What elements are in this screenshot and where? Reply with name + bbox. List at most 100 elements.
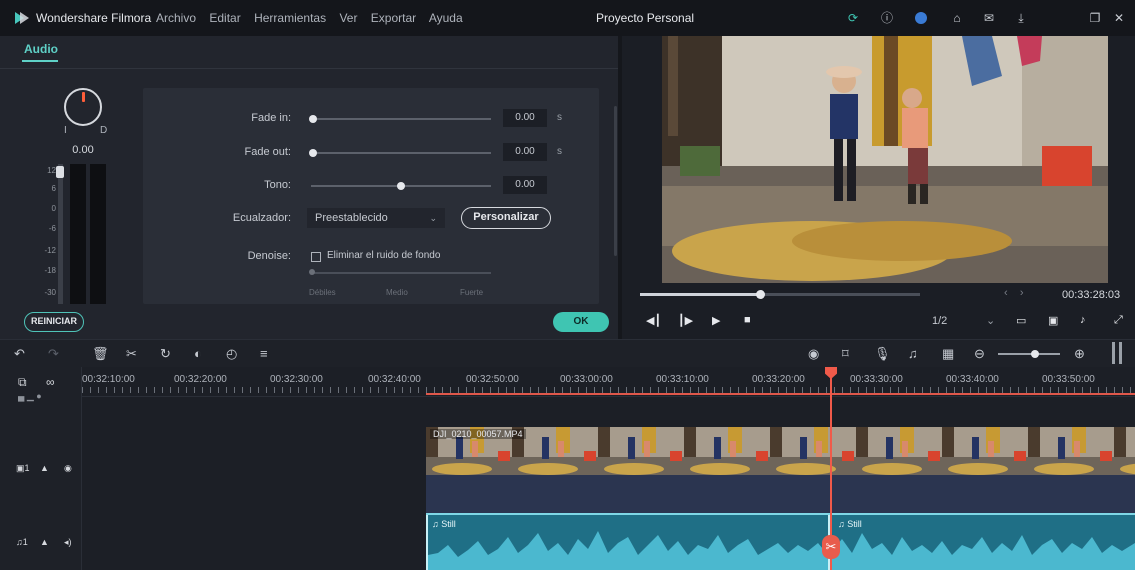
quality-chevron-down-icon[interactable]: ⌄ xyxy=(986,314,995,327)
info-icon[interactable]: ⓘ xyxy=(878,9,896,27)
ruler-tick-label: 00:32:50:00 xyxy=(466,374,519,385)
fade-out-slider[interactable] xyxy=(311,152,491,154)
download-icon[interactable]: ⤓ xyxy=(1012,9,1030,27)
split-scissors-icon[interactable]: ✂ xyxy=(822,535,840,559)
fade-out-knob[interactable] xyxy=(309,149,317,157)
step-back-icon[interactable]: ◀┃ xyxy=(646,314,661,327)
store-icon[interactable]: ⌂ xyxy=(948,9,966,27)
dial-left-label: I xyxy=(64,125,67,136)
split-screen-icon[interactable]: ▦ xyxy=(942,346,954,362)
settings-scrollbar[interactable] xyxy=(614,106,617,256)
color-icon[interactable]: ◐ xyxy=(194,346,202,361)
denoise-strength-slider xyxy=(311,272,491,274)
panel-divider xyxy=(0,68,618,69)
video-clip[interactable]: DJI_0210_00057.MP4 xyxy=(426,427,1135,475)
menu-herramientas[interactable]: Herramientas xyxy=(254,11,326,25)
menu-editar[interactable]: Editar xyxy=(209,11,240,25)
volume-icon[interactable]: ♪ xyxy=(1080,314,1086,326)
strength-mid-label: Medio xyxy=(386,288,408,297)
cut-icon[interactable]: ✂ xyxy=(126,346,137,362)
meter-right-channel xyxy=(90,164,106,304)
timeline: ⧉ ∞ ▄ ▁ ● ▣1 ▲ ◉ ♫1 ▲ ◂) 00:32:10:00 00:… xyxy=(0,367,1135,570)
delete-icon[interactable]: 🗑 xyxy=(92,346,109,362)
add-track-icon[interactable]: ⧉ xyxy=(18,375,27,390)
restore-window-icon[interactable]: ❐ xyxy=(1086,9,1104,27)
tab-audio[interactable]: Audio xyxy=(24,42,58,56)
undo-icon[interactable]: ↶ xyxy=(14,346,25,362)
account-icon[interactable] xyxy=(912,9,930,27)
volume-slider-track[interactable] xyxy=(58,164,63,304)
menu-ayuda[interactable]: Ayuda xyxy=(429,11,463,25)
track-header-partial: ▄ ▁ ● xyxy=(18,391,42,401)
preview-frame-image xyxy=(662,36,1108,283)
fade-out-value[interactable]: 0.00 xyxy=(503,143,547,161)
menu-exportar[interactable]: Exportar xyxy=(371,11,416,25)
filmora-logo-icon xyxy=(15,12,29,24)
fade-in-label: Fade in: xyxy=(251,112,291,124)
equalizer-label: Ecualzador: xyxy=(232,212,291,224)
render-icon[interactable]: ◉ xyxy=(808,346,819,362)
fullscreen-icon[interactable]: ⤢ xyxy=(1114,314,1123,327)
close-icon[interactable]: ✕ xyxy=(1110,9,1128,27)
display-icon[interactable]: ▭ xyxy=(1016,314,1026,327)
preview-timecode: 00:33:28:03 xyxy=(1062,289,1121,301)
mail-icon[interactable]: ✉ xyxy=(980,9,998,27)
audio-clip[interactable]: ♫ Still xyxy=(832,515,1135,570)
step-forward-icon[interactable]: ┃▶ xyxy=(678,314,693,327)
tone-knob[interactable] xyxy=(397,182,405,190)
volume-slider-handle[interactable] xyxy=(56,166,64,178)
db-label: -18 xyxy=(44,266,56,275)
menu-archivo[interactable]: Archivo xyxy=(156,11,196,25)
denoise-checkbox[interactable] xyxy=(311,252,321,262)
stop-icon[interactable]: ■ xyxy=(744,314,751,326)
panel-resize-handle[interactable] xyxy=(1112,342,1122,364)
zoom-slider[interactable] xyxy=(998,353,1060,355)
voiceover-icon[interactable]: 🎙 xyxy=(874,346,891,362)
playback-progress-knob[interactable] xyxy=(756,290,766,299)
fade-in-value[interactable]: 0.00 xyxy=(503,109,547,127)
duration-icon[interactable]: ◴ xyxy=(226,346,237,362)
audio-mixer-icon[interactable]: ≡ xyxy=(260,346,268,361)
playback-quality-select[interactable]: 1/2 xyxy=(932,315,947,327)
video-preview[interactable] xyxy=(662,36,1108,283)
dial-right-label: D xyxy=(100,125,108,136)
tone-value[interactable]: 0.00 xyxy=(503,176,547,194)
zoom-slider-knob[interactable] xyxy=(1031,350,1039,358)
audio-detach-icon[interactable]: ♫ xyxy=(908,346,918,361)
zoom-out-icon[interactable]: ⊖ xyxy=(974,346,985,362)
sync-icon[interactable]: ⟳ xyxy=(844,9,862,27)
playback-progress-fill xyxy=(640,293,761,296)
snapshot-icon[interactable]: ▣ xyxy=(1048,314,1058,327)
link-icon[interactable]: ∞ xyxy=(46,375,55,389)
visibility-icon[interactable]: ◉ xyxy=(64,463,72,474)
speed-icon[interactable]: ↻ xyxy=(160,346,171,362)
track-headers: ⧉ ∞ ▄ ▁ ● ▣1 ▲ ◉ ♫1 ▲ ◂) xyxy=(0,367,82,570)
zoom-in-icon[interactable]: ⊕ xyxy=(1074,346,1085,362)
fade-in-slider[interactable] xyxy=(311,118,491,120)
play-icon[interactable]: ▶ xyxy=(712,314,720,327)
ruler-tick-label: 00:33:10:00 xyxy=(656,374,709,385)
menu-ver[interactable]: Ver xyxy=(339,11,357,25)
lock-icon[interactable]: ▲ xyxy=(40,537,49,547)
customize-button[interactable]: Personalizar xyxy=(461,207,551,229)
playback-progress[interactable] xyxy=(640,290,920,299)
project-title: Proyecto Personal xyxy=(596,11,695,25)
menu-bar: Archivo Editar Herramientas Ver Exportar… xyxy=(156,11,473,25)
pan-dial[interactable] xyxy=(64,88,102,126)
equalizer-select[interactable]: Preestablecido ⌄ xyxy=(307,208,445,228)
mark-in-out-icons[interactable]: ‹ › xyxy=(1004,287,1024,299)
audio-settings-box: Fade in: 0.00 s Fade out: 0.00 s Tono: 0… xyxy=(143,88,599,304)
fade-in-knob[interactable] xyxy=(309,115,317,123)
marker-icon[interactable]: ⌑ xyxy=(842,346,849,362)
denoise-strength-knob xyxy=(309,269,315,275)
redo-icon[interactable]: ↷ xyxy=(48,346,59,362)
mute-icon[interactable]: ◂) xyxy=(64,537,72,548)
audio-clip[interactable]: ♫ Still xyxy=(426,515,830,570)
ok-button[interactable]: OK xyxy=(553,312,609,332)
equalizer-selected-value: Preestablecido xyxy=(315,212,388,224)
denoise-label: Denoise: xyxy=(247,250,291,262)
reset-button[interactable]: REINICIAR xyxy=(24,312,84,332)
app-name: Wondershare Filmora xyxy=(36,11,152,25)
ruler-tick-label: 00:32:40:00 xyxy=(368,374,421,385)
lock-icon[interactable]: ▲ xyxy=(40,463,49,473)
